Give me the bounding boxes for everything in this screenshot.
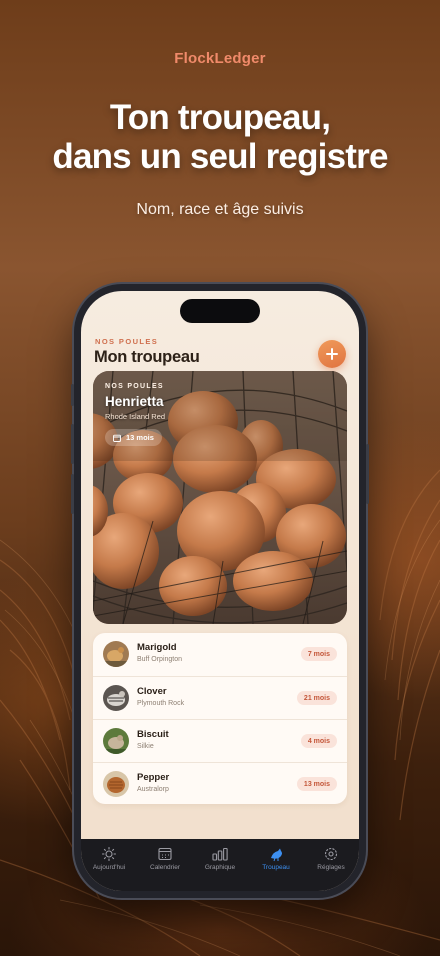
hen-avatar bbox=[103, 728, 129, 754]
tab-label: Calendrier bbox=[150, 864, 180, 871]
calendar-icon bbox=[113, 434, 121, 442]
tab-label: Aujourd'hui bbox=[92, 864, 126, 871]
tab-settings[interactable]: Réglages bbox=[303, 846, 359, 871]
list-item[interactable]: Marigold Buff Orpington 7 mois bbox=[93, 633, 347, 676]
tab-flock[interactable]: Troupeau bbox=[248, 846, 304, 871]
calendar-icon bbox=[158, 847, 172, 861]
dynamic-island bbox=[180, 299, 260, 323]
hen-breed: Silkie bbox=[137, 743, 154, 750]
tab-label: Réglages bbox=[317, 864, 345, 871]
hen-breed: Buff Orpington bbox=[137, 656, 183, 663]
phone-power-button bbox=[366, 444, 369, 504]
hen-name: Clover bbox=[137, 686, 167, 697]
hen-name: Pepper bbox=[137, 772, 170, 783]
list-item[interactable]: Clover Plymouth Rock 21 mois bbox=[93, 676, 347, 719]
hen-age-badge: 21 mois bbox=[296, 691, 337, 705]
subheadline: Nom, race et âge suivis bbox=[136, 201, 304, 218]
hen-name: Biscuit bbox=[137, 729, 169, 740]
bird-icon bbox=[271, 848, 282, 862]
list-item[interactable]: Biscuit Silkie 4 mois bbox=[93, 719, 347, 762]
sun-icon bbox=[101, 846, 117, 862]
section-eyebrow: NOS POULES bbox=[95, 337, 159, 346]
bar-chart-icon bbox=[212, 847, 228, 861]
headline-line-1: Ton troupeau, bbox=[109, 98, 331, 137]
hen-avatar bbox=[103, 641, 129, 667]
list-item[interactable]: Pepper Australorp 13 mois bbox=[93, 762, 347, 805]
hen-avatar bbox=[103, 771, 129, 797]
add-hen-button[interactable] bbox=[318, 340, 346, 368]
hen-name: Marigold bbox=[137, 642, 177, 653]
tab-bar: Aujourd'hui Calendrier Graphique Troupea… bbox=[81, 839, 359, 891]
featured-eyebrow: NOS POULES bbox=[105, 383, 164, 390]
phone-screen: NOS POULES Mon troupeau NOS POULES Henri… bbox=[81, 291, 359, 891]
phone-mockup: NOS POULES Mon troupeau NOS POULES Henri… bbox=[71, 284, 369, 898]
tab-label: Graphique bbox=[204, 864, 236, 871]
headline-line-2: dans un seul registre bbox=[52, 137, 388, 176]
tab-label: Troupeau bbox=[262, 864, 290, 871]
gear-icon bbox=[324, 847, 338, 861]
phone-action-button bbox=[71, 384, 74, 406]
featured-hen-card[interactable]: NOS POULES Henrietta Rhode Island Red 13… bbox=[93, 371, 347, 624]
hen-avatar bbox=[103, 685, 129, 711]
hen-list: Marigold Buff Orpington 7 mois Clover Pl… bbox=[93, 633, 347, 804]
hen-breed: Australorp bbox=[137, 786, 169, 793]
phone-volume-up bbox=[71, 424, 74, 464]
brand-name: FlockLedger bbox=[174, 50, 266, 67]
hen-age-badge: 13 mois bbox=[296, 777, 337, 791]
page-title: Mon troupeau bbox=[94, 348, 200, 366]
tab-chart[interactable]: Graphique bbox=[192, 846, 248, 871]
featured-hen-name: Henrietta bbox=[105, 394, 164, 409]
tab-calendar[interactable]: Calendrier bbox=[137, 846, 193, 871]
tab-today[interactable]: Aujourd'hui bbox=[81, 846, 137, 871]
phone-volume-down bbox=[71, 474, 74, 514]
hen-age-badge: 4 mois bbox=[300, 734, 337, 748]
headline: Ton troupeau, dans un seul registre bbox=[0, 98, 440, 176]
plus-icon bbox=[326, 348, 338, 360]
hen-breed: Plymouth Rock bbox=[137, 700, 185, 707]
featured-hen-breed: Rhode Island Red bbox=[105, 412, 166, 421]
featured-age-pill: 13 mois bbox=[105, 429, 162, 446]
featured-hen-age: 13 mois bbox=[126, 433, 154, 442]
hen-age-badge: 7 mois bbox=[300, 647, 337, 661]
